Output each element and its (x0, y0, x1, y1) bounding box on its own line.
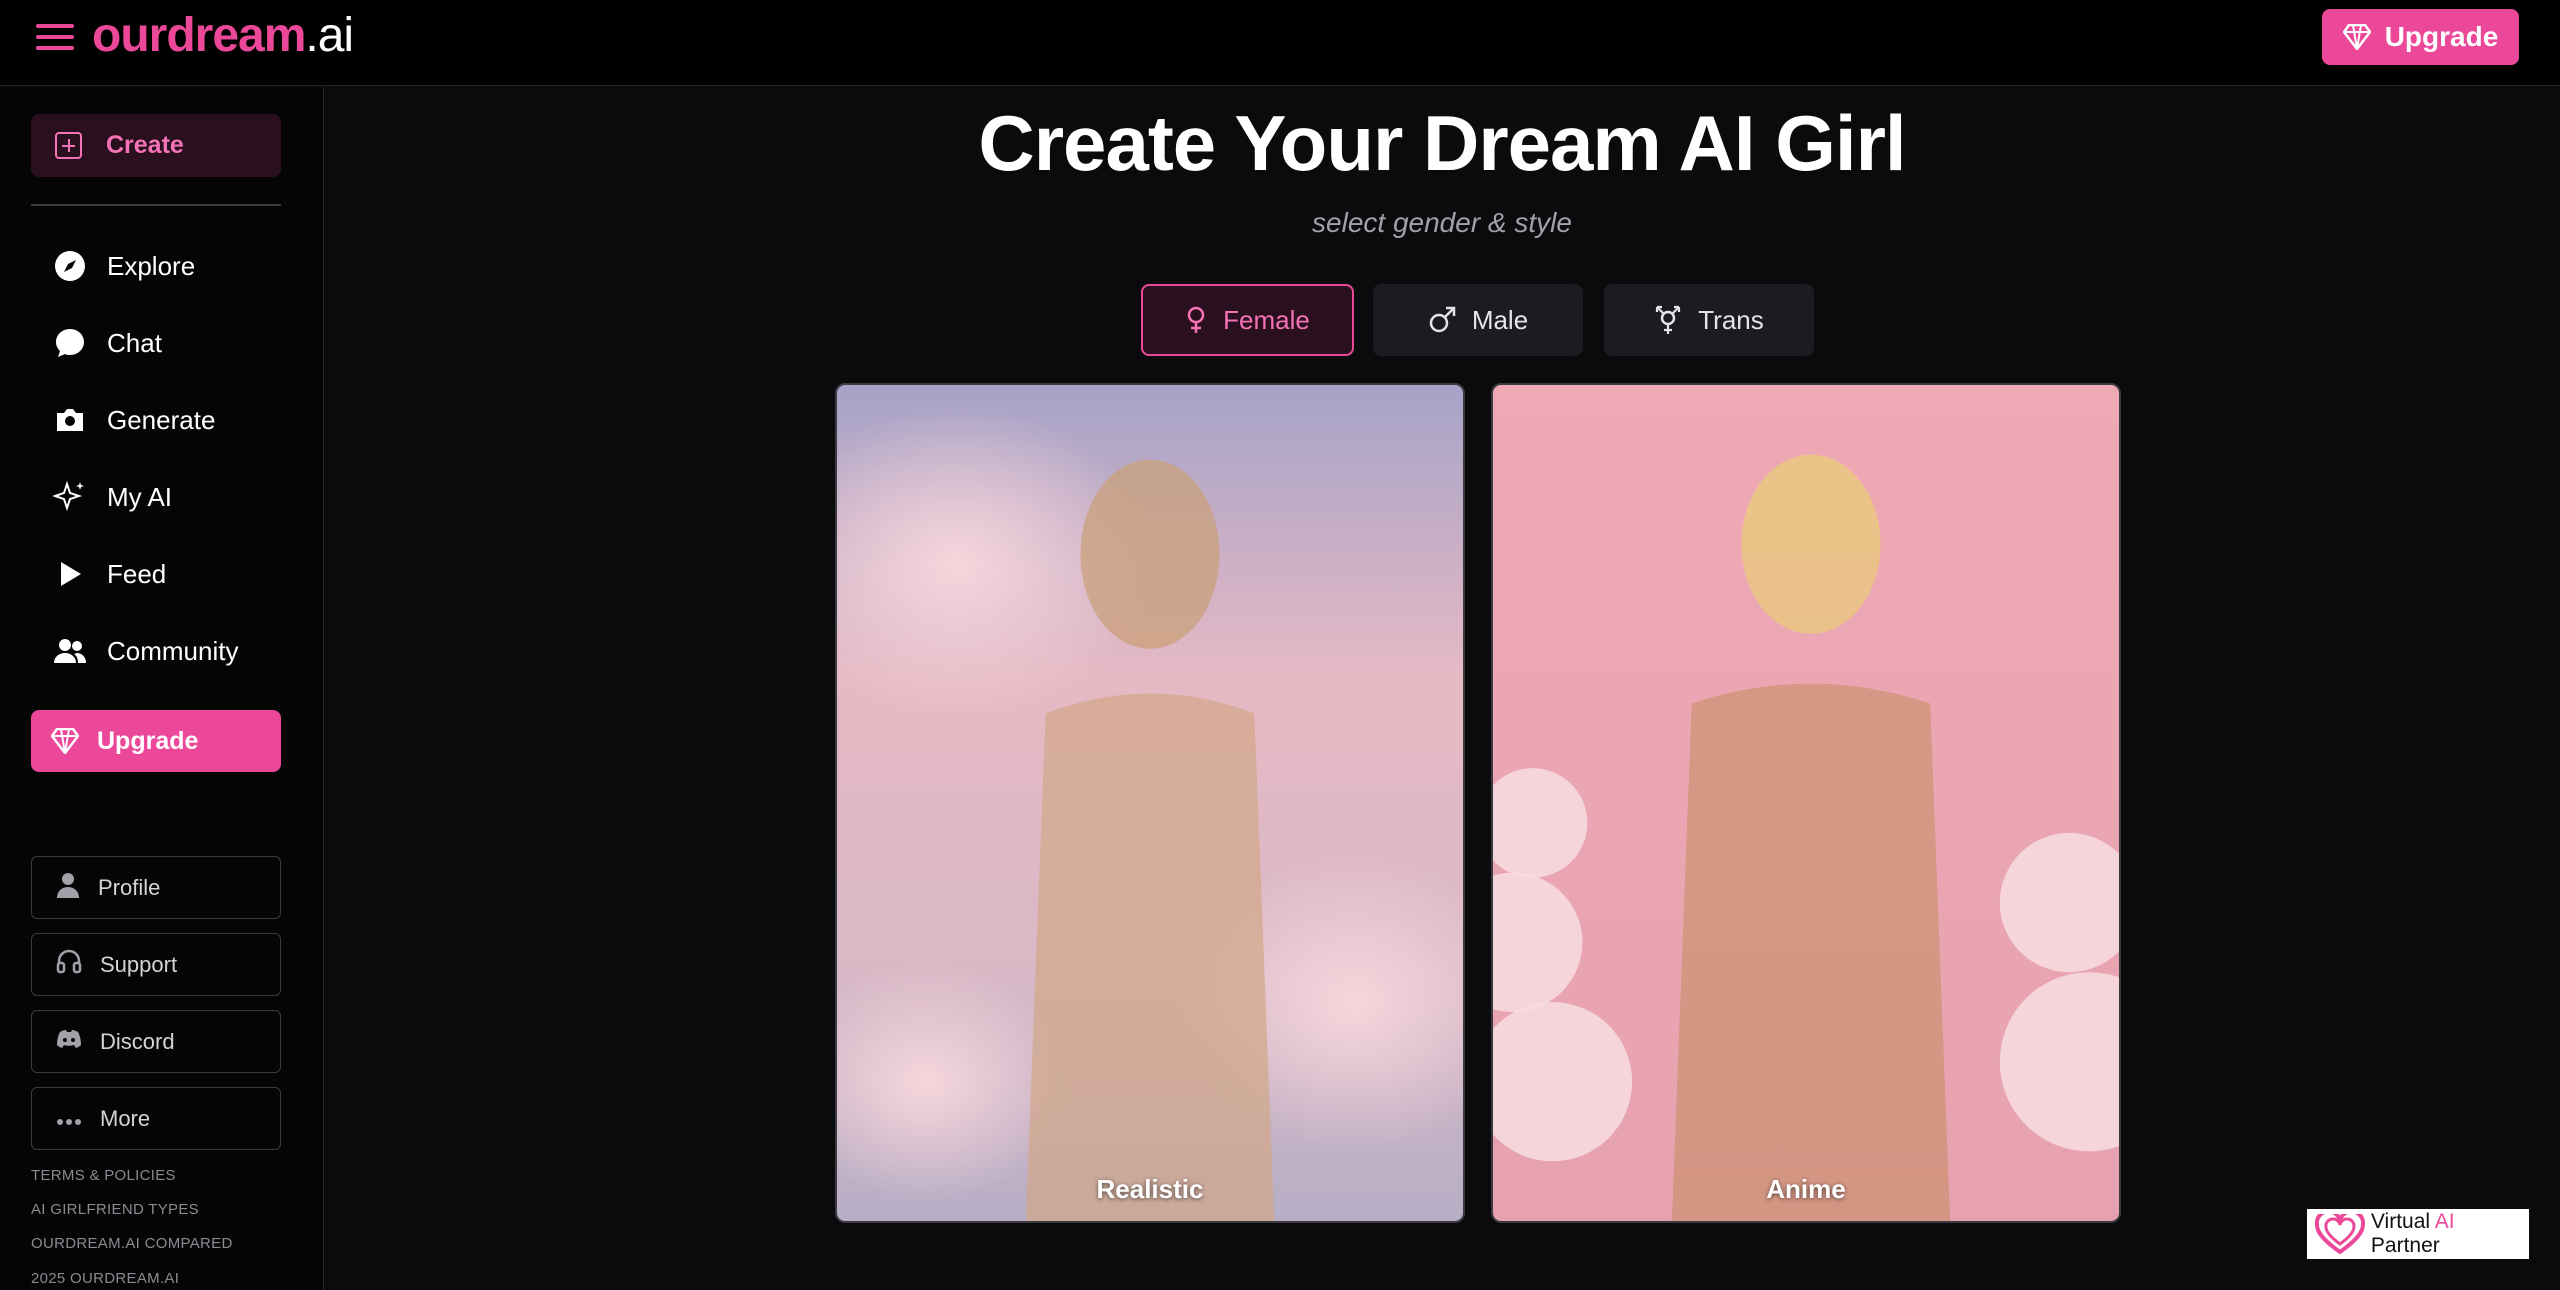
sidebar-item-explore[interactable]: Explore (31, 238, 281, 294)
anime-style-image (1493, 385, 2119, 1221)
support-button[interactable]: Support (31, 933, 281, 996)
top-bar: ourdream.ai Upgrade (0, 0, 2560, 86)
plus-square-icon (55, 132, 82, 159)
female-icon (1187, 306, 1205, 333)
user-icon (56, 872, 80, 904)
realistic-label: Realistic (1096, 1174, 1204, 1204)
male-icon (1429, 306, 1456, 333)
play-icon (53, 557, 87, 591)
discord-label: Discord (100, 1028, 175, 1054)
terms-link[interactable]: TERMS & POLICIES (31, 1167, 176, 1184)
logo-tld: .ai (305, 9, 354, 62)
sidebar-divider (31, 204, 281, 206)
hamburger-menu-icon[interactable] (36, 22, 76, 52)
discord-button[interactable]: Discord (31, 1010, 281, 1073)
sparkles-icon (53, 480, 87, 514)
realistic-style-image (837, 385, 1463, 1221)
compass-icon (53, 249, 87, 283)
camera-icon (53, 403, 87, 437)
sidebar-upgrade-label: Upgrade (97, 726, 199, 755)
more-dots-icon (56, 1106, 82, 1132)
sidebar-item-label: Feed (107, 558, 167, 589)
gender-trans-label: Trans (1698, 304, 1764, 335)
transgender-icon (1656, 305, 1681, 334)
gender-trans-button[interactable]: Trans (1604, 284, 1814, 356)
partner-text-prefix: Virtual (2370, 1210, 2435, 1233)
partner-text-suffix: Partner (2370, 1234, 2440, 1257)
header-upgrade-label: Upgrade (2384, 21, 2499, 52)
chat-bubble-icon (53, 326, 87, 360)
discord-icon (56, 1029, 82, 1055)
headset-icon (56, 949, 82, 981)
page-subtitle: select gender & style (1312, 207, 1572, 238)
sidebar-item-chat[interactable]: Chat (31, 315, 281, 371)
heart-icon (2315, 1214, 2365, 1254)
partner-badge-text: Virtual AI Partner (2371, 1210, 2529, 1258)
sidebar-item-label: My AI (107, 481, 173, 512)
sidebar-item-generate[interactable]: Generate (31, 392, 281, 448)
diamond-icon (2342, 24, 2371, 50)
virtual-ai-partner-badge[interactable]: Virtual AI Partner (2307, 1209, 2529, 1259)
compared-link[interactable]: OURDREAM.AI COMPARED (31, 1235, 233, 1252)
logo[interactable]: ourdream.ai (92, 8, 354, 63)
sidebar-item-my-ai[interactable]: My AI (31, 469, 281, 525)
create-label: Create (106, 131, 184, 159)
style-card-realistic[interactable]: Realistic (835, 383, 1465, 1223)
gender-male-button[interactable]: Male (1373, 284, 1583, 356)
sidebar-item-label: Chat (107, 327, 162, 358)
sidebar-item-label: Generate (107, 404, 216, 435)
gender-female-button[interactable]: Female (1141, 284, 1354, 356)
profile-label: Profile (98, 874, 161, 900)
copyright-text: 2025 OURDREAM.AI (31, 1270, 180, 1287)
sidebar-upgrade-button[interactable]: Upgrade (31, 710, 281, 772)
gender-male-label: Male (1471, 304, 1529, 335)
sidebar-item-label: Community (107, 635, 239, 666)
sidebar-item-label: Explore (107, 250, 196, 281)
gender-female-label: Female (1223, 304, 1310, 335)
more-label: More (100, 1105, 151, 1131)
style-card-anime[interactable]: Anime (1491, 383, 2121, 1223)
girlfriend-types-link[interactable]: AI GIRLFRIEND TYPES (31, 1201, 199, 1218)
users-icon (53, 634, 87, 668)
anime-label: Anime (1766, 1174, 1846, 1204)
sidebar-item-community[interactable]: Community (31, 623, 281, 679)
page-title: Create Your Dream AI Girl (978, 99, 1906, 187)
more-button[interactable]: More (31, 1087, 281, 1150)
partner-text-ai: AI (2434, 1210, 2455, 1233)
header-upgrade-button[interactable]: Upgrade (2322, 9, 2519, 65)
profile-button[interactable]: Profile (31, 856, 281, 919)
sidebar: Create Explore Chat Generate My AI Feed … (0, 87, 324, 1290)
sidebar-item-feed[interactable]: Feed (31, 546, 281, 602)
logo-brand: ourdream (92, 9, 306, 62)
diamond-icon (51, 728, 79, 754)
support-label: Support (100, 951, 178, 977)
create-button[interactable]: Create (31, 114, 281, 177)
